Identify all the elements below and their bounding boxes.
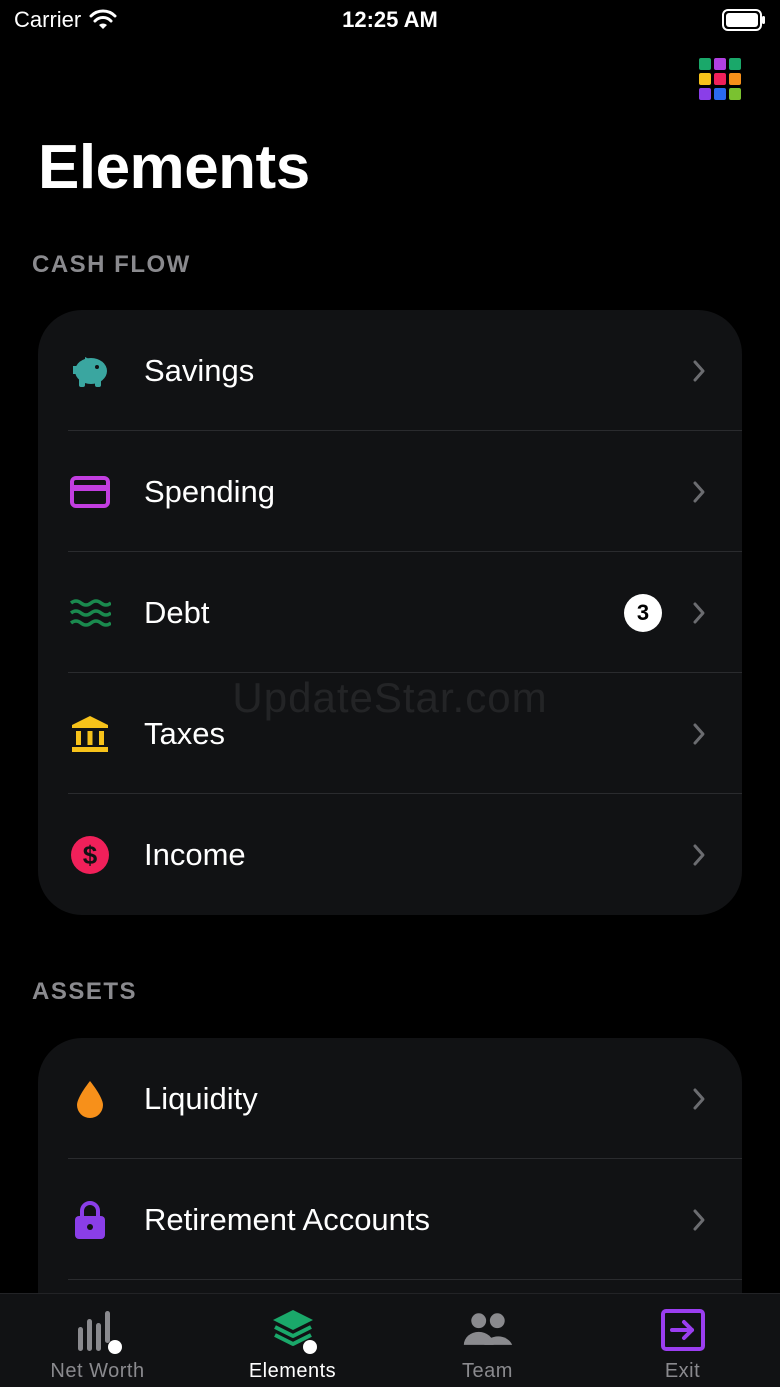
tab-team[interactable]: Team [390,1294,585,1387]
people-icon [462,1306,514,1354]
tab-label: Elements [248,1360,337,1382]
waves-icon [68,591,112,635]
row-label: Liquidity [144,1080,258,1116]
chevron-right-icon [693,1088,705,1109]
section-header-cash-flow: CASH FLOW [32,251,191,278]
count-badge: 3 [624,593,662,632]
drop-icon [68,1077,112,1121]
status-time: 12:25 AM [342,7,438,32]
row-savings[interactable]: Savings [38,310,742,431]
tab-exit[interactable]: Exit [585,1294,780,1387]
row-label: Debt [144,594,210,630]
tab-bar: Net Worth Elements Team Exit [0,1293,780,1387]
tab-label: Exit [664,1360,701,1382]
row-label: Spending [144,473,276,509]
apps-grid-icon[interactable] [698,57,742,101]
chevron-right-icon [693,360,705,381]
exit-icon [657,1306,709,1354]
credit-card-icon [68,470,112,514]
tab-net-worth[interactable]: Net Worth [0,1294,195,1387]
chevron-right-icon [693,602,705,623]
page-title: Elements [38,133,310,202]
svg-text:$: $ [83,840,98,870]
row-debt[interactable]: Debt 3 [38,552,742,673]
chevron-right-icon [693,844,705,865]
watermark: UpdateStar.com [232,674,548,721]
piggy-bank-icon [68,349,112,393]
indicator-dot [302,1340,317,1354]
screen: Carrier 12:25 AM Elements CASH FLOW Savi… [0,0,780,1387]
chevron-right-icon [693,481,705,502]
row-liquidity[interactable]: Liquidity [38,1038,742,1159]
tab-label: Net Worth [50,1360,145,1382]
section-header-assets: ASSETS [32,978,138,1005]
bar-chart-icon [72,1306,124,1354]
indicator-dot [107,1340,122,1354]
status-bar: Carrier 12:25 AM [0,0,780,44]
chevron-right-icon [693,1209,705,1230]
row-label: Retirement Accounts [144,1201,431,1237]
divider [68,1279,742,1280]
tab-elements[interactable]: Elements [195,1294,390,1387]
row-spending[interactable]: Spending [38,431,742,552]
row-label: Savings [144,352,255,388]
row-retirement-accounts[interactable]: Retirement Accounts [38,1159,742,1280]
row-label: Income [144,836,246,872]
battery-icon [722,9,765,31]
row-income[interactable]: $ Income [38,794,742,915]
lock-icon [68,1198,112,1242]
tab-label: Team [462,1360,513,1382]
dollar-circle-icon: $ [68,833,112,877]
chevron-right-icon [693,723,705,744]
layers-icon [267,1306,319,1354]
cash-flow-card: Savings Spending Debt 3 Taxes $ Income [38,310,742,915]
